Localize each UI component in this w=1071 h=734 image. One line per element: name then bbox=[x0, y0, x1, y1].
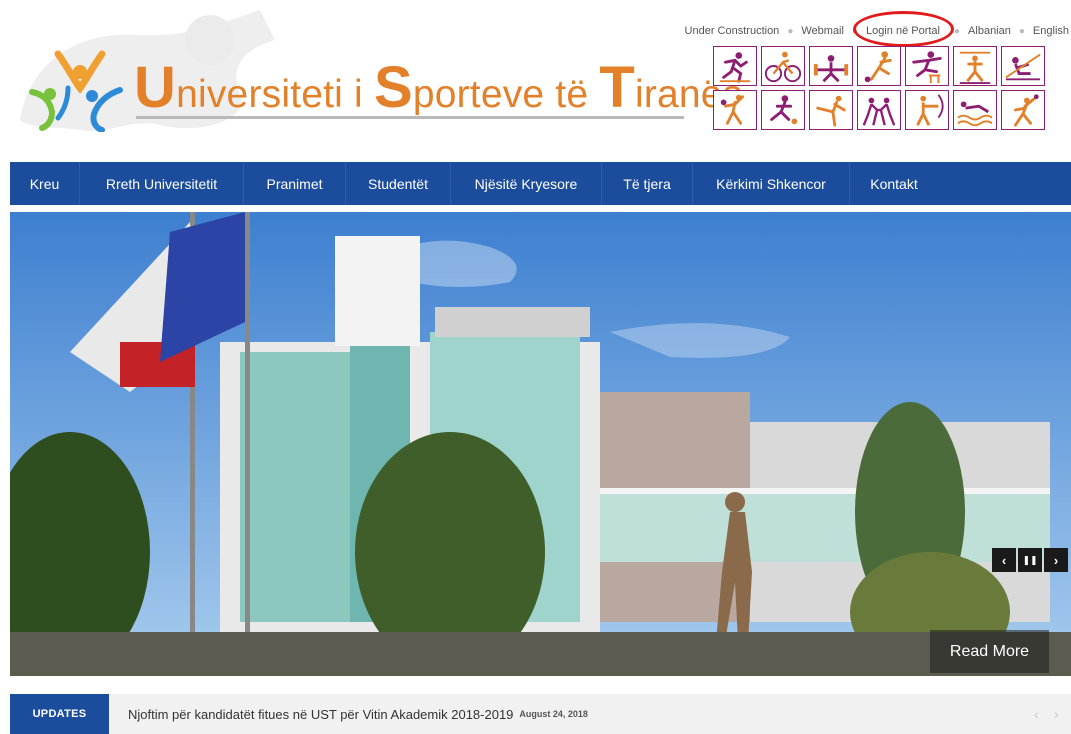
title-underline bbox=[136, 116, 684, 119]
under-construction-link[interactable]: Under Construction bbox=[685, 25, 780, 37]
separator-dot: ● bbox=[954, 25, 961, 37]
updates-label: UPDATES bbox=[10, 694, 109, 734]
campus-building-image bbox=[10, 212, 1071, 676]
title-part-2: porteve të bbox=[412, 73, 600, 116]
update-item[interactable]: Njoftim për kandidatët fitues në UST për… bbox=[128, 694, 588, 734]
soccer-icon[interactable] bbox=[761, 90, 805, 130]
site-title[interactable]: Universiteti i Sporteve të Tiranës bbox=[134, 54, 742, 120]
archery-icon[interactable] bbox=[905, 90, 949, 130]
site-header: Universiteti i Sporteve të Tiranës Under… bbox=[0, 0, 1071, 160]
slider-next-button[interactable]: › bbox=[1044, 548, 1068, 572]
title-letter-s: S bbox=[373, 55, 413, 120]
update-date: August 24, 2018 bbox=[519, 709, 588, 719]
nav-item-contact[interactable]: Kontakt bbox=[850, 162, 938, 205]
nav-item-others[interactable]: Të tjera bbox=[602, 162, 693, 205]
weightlifting-icon[interactable] bbox=[809, 46, 853, 86]
rowing-icon[interactable] bbox=[1001, 46, 1045, 86]
main-navigation: Kreu Rreth Universitetit Pranimet Studen… bbox=[10, 162, 1071, 205]
gymnastics-icon[interactable] bbox=[953, 46, 997, 86]
nav-item-main-units[interactable]: Njësitë Kryesore bbox=[451, 162, 602, 205]
wrestling-icon[interactable] bbox=[857, 90, 901, 130]
sport-icons-grid bbox=[713, 46, 1045, 132]
cycling-icon[interactable] bbox=[761, 46, 805, 86]
ballet-icon[interactable] bbox=[809, 90, 853, 130]
running-icon[interactable] bbox=[713, 46, 757, 86]
hurdles-icon[interactable] bbox=[905, 46, 949, 86]
nav-item-about[interactable]: Rreth Universitetit bbox=[80, 162, 244, 205]
slider-pause-button[interactable]: ❚❚ bbox=[1018, 548, 1042, 572]
nav-item-admissions[interactable]: Pranimet bbox=[244, 162, 346, 205]
title-letter-t: T bbox=[599, 55, 635, 120]
language-english-link[interactable]: English bbox=[1033, 25, 1069, 37]
volleyball-icon[interactable] bbox=[1001, 90, 1045, 130]
title-letter-u: U bbox=[134, 55, 177, 120]
football-icon[interactable] bbox=[857, 46, 901, 86]
swimming-icon[interactable] bbox=[953, 90, 997, 130]
university-logo-icon bbox=[29, 50, 123, 132]
separator-dot: ● bbox=[787, 25, 794, 37]
title-part-1: niversiteti i bbox=[176, 73, 374, 116]
read-more-button[interactable]: Read More bbox=[930, 630, 1049, 673]
separator-dot: ● bbox=[1018, 25, 1025, 37]
nav-item-research[interactable]: Kërkimi Shkencor bbox=[693, 162, 850, 205]
updates-next-icon[interactable]: › bbox=[1054, 706, 1059, 722]
updates-prev-icon[interactable]: ‹ bbox=[1034, 706, 1039, 722]
slider-prev-button[interactable]: ‹ bbox=[992, 548, 1016, 572]
nav-item-home[interactable]: Kreu bbox=[10, 162, 80, 205]
update-headline[interactable]: Njoftim për kandidatët fitues në UST për… bbox=[128, 707, 513, 722]
hero-slider[interactable] bbox=[10, 212, 1071, 676]
basketball-icon[interactable] bbox=[713, 90, 757, 130]
updates-bar: UPDATES Njoftim për kandidatët fitues në… bbox=[10, 694, 1071, 734]
highlight-circle bbox=[853, 11, 954, 47]
language-albanian-link[interactable]: Albanian bbox=[968, 25, 1011, 37]
nav-item-students[interactable]: Studentët bbox=[346, 162, 451, 205]
webmail-link[interactable]: Webmail bbox=[801, 25, 844, 37]
